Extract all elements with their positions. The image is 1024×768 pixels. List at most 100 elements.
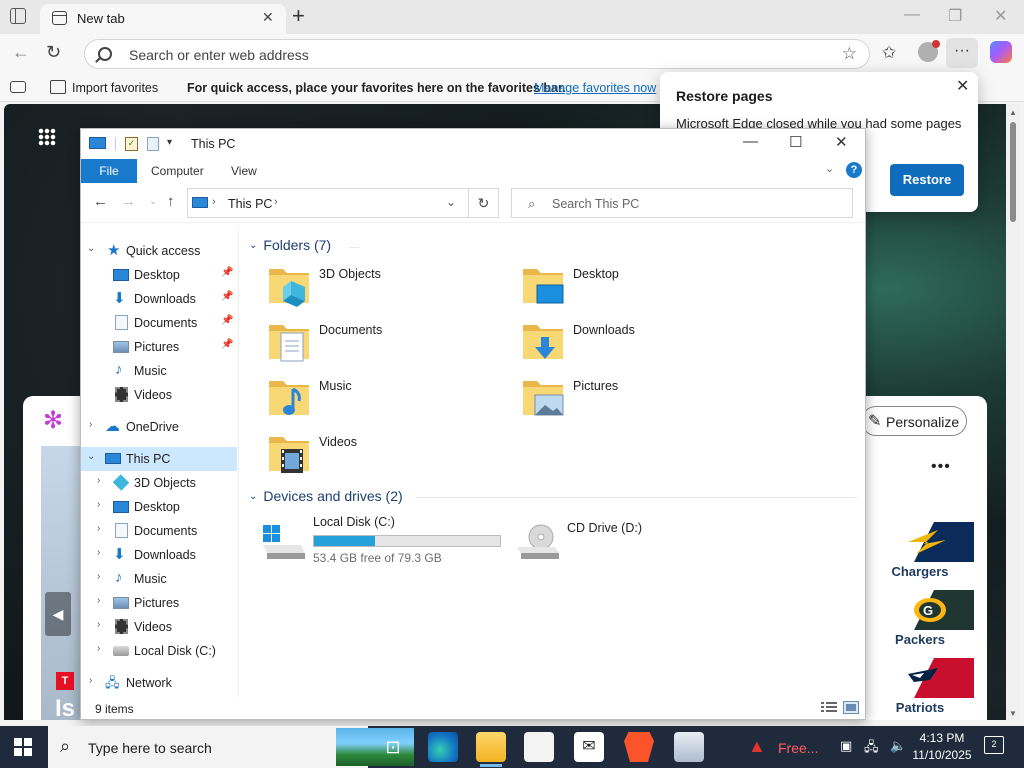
volume-icon[interactable]: 🔈 (890, 738, 906, 754)
nav-item-documents-pc[interactable]: › Documents (81, 519, 237, 543)
folders-group-header[interactable]: ⌄ Folders (7) (249, 237, 331, 253)
favorites-icon[interactable]: ✩ (882, 43, 896, 63)
back-icon[interactable]: ← (12, 42, 30, 63)
collapse-chevron-icon[interactable]: ⌄ (249, 240, 257, 251)
team-card-packers[interactable]: G Packers (866, 590, 974, 652)
nav-item-downloads[interactable]: ⬇ Downloads 📌 (81, 287, 237, 311)
breadcrumb-chevron-icon[interactable]: › (274, 196, 278, 208)
taskbar-search-input[interactable]: ⌕ Type here to search (48, 726, 414, 768)
import-favorites-link[interactable]: Import favorites (72, 81, 158, 95)
expand-chevron-icon[interactable]: › (97, 619, 100, 630)
team-card-chargers[interactable]: Chargers (866, 522, 974, 584)
address-breadcrumb[interactable]: › This PC › ⌄ (187, 188, 469, 218)
mail-icon[interactable]: ✉ (574, 732, 604, 762)
scroll-thumb[interactable] (1010, 122, 1016, 222)
tab-actions-icon[interactable] (10, 8, 26, 24)
expand-chevron-icon[interactable]: › (97, 499, 100, 510)
back-arrow-icon[interactable]: ← (93, 193, 108, 210)
nav-item-music-pc[interactable]: › ♪ Music (81, 567, 237, 591)
refresh-icon[interactable]: ↻ (46, 42, 61, 63)
explorer-maximize-icon[interactable]: ☐ (789, 133, 802, 151)
msn-logo[interactable]: ✻ (43, 406, 63, 435)
drive-cd-d[interactable]: CD Drive (D:) (515, 513, 765, 563)
nav-item-quick-access[interactable]: ⌄ ★ Quick access (81, 239, 237, 263)
expand-chevron-icon[interactable]: › (97, 547, 100, 558)
close-icon[interactable]: ✕ (994, 6, 1007, 26)
recent-locations-icon[interactable]: ⌄ (149, 196, 157, 207)
brave-browser-icon[interactable] (624, 732, 654, 762)
folder-music[interactable]: Music (267, 375, 517, 425)
explorer-minimize-icon[interactable]: — (743, 133, 758, 150)
pin-icon[interactable]: 📌 (221, 315, 233, 326)
nav-item-documents[interactable]: Documents 📌 (81, 311, 237, 335)
nav-item-network[interactable]: › 🖧 Network (81, 671, 237, 695)
hero-card[interactable]: ◀ T Is W (41, 446, 81, 752)
personalize-button[interactable]: ✎ Personalize (861, 406, 967, 436)
ribbon-tab-computer[interactable]: Computer (151, 164, 204, 178)
network-tray-icon[interactable]: 🖧 (864, 738, 879, 760)
carousel-prev-icon[interactable]: ◀ (45, 592, 71, 636)
refresh-button[interactable]: ↻ (469, 188, 499, 218)
tab-close-icon[interactable]: ✕ (262, 9, 274, 26)
ribbon-tab-view[interactable]: View (231, 164, 257, 178)
sidebar-toggle-icon[interactable] (10, 81, 26, 93)
breadcrumb-this-pc[interactable]: This PC (228, 197, 272, 211)
up-arrow-icon[interactable]: ↑ (167, 193, 175, 210)
team-card-patriots[interactable]: Patriots (866, 658, 974, 720)
nav-item-music[interactable]: ♪ Music (81, 359, 237, 383)
remote-desktop-icon[interactable] (674, 732, 704, 762)
taskbar-promo-label[interactable]: Free... (778, 740, 818, 756)
nav-item-desktop[interactable]: Desktop 📌 (81, 263, 237, 287)
quick-access-toolbar-dropdown-icon[interactable]: ▾ (167, 137, 172, 148)
drives-group-header[interactable]: ⌄ Devices and drives (2) (249, 488, 403, 504)
details-view-icon[interactable] (821, 701, 837, 714)
nav-item-this-pc[interactable]: ⌄ This PC (81, 447, 237, 471)
drive-local-disk-c[interactable]: Local Disk (C:) 53.4 GB free of 79.3 GB (261, 513, 511, 565)
collapse-chevron-icon[interactable]: ⌄ (87, 451, 95, 462)
collapse-chevron-icon[interactable]: ⌄ (87, 243, 95, 254)
expand-chevron-icon[interactable]: › (89, 675, 92, 686)
nav-item-onedrive[interactable]: › ☁ OneDrive (81, 415, 237, 439)
file-explorer-icon[interactable] (476, 732, 506, 767)
explorer-search-input[interactable]: ⌕ Search This PC (511, 188, 853, 218)
new-folder-icon[interactable] (147, 137, 159, 151)
minimize-icon[interactable]: — (904, 6, 920, 24)
nav-item-downloads-pc[interactable]: › ⬇ Downloads (81, 543, 237, 567)
nav-item-videos[interactable]: Videos (81, 383, 237, 407)
copilot-icon[interactable] (990, 41, 1012, 63)
large-icons-view-icon[interactable] (843, 701, 859, 714)
microsoft-store-icon[interactable] (524, 732, 554, 762)
restore-close-icon[interactable]: ✕ (956, 76, 969, 96)
properties-icon[interactable]: ✓ (125, 137, 138, 151)
pin-icon[interactable]: 📌 (221, 339, 233, 350)
expand-chevron-icon[interactable]: › (97, 475, 100, 486)
task-view-icon[interactable]: ⊡ (378, 732, 408, 762)
nav-item-pictures[interactable]: Pictures 📌 (81, 335, 237, 359)
nav-item-videos-pc[interactable]: › Videos (81, 615, 237, 639)
expand-chevron-icon[interactable]: › (97, 595, 100, 606)
nav-item-pictures-pc[interactable]: › Pictures (81, 591, 237, 615)
explorer-close-icon[interactable]: ✕ (835, 133, 848, 151)
nav-item-local-disk[interactable]: › Local Disk (C:) (81, 639, 237, 663)
scroll-up-icon[interactable]: ▲ (1009, 108, 1017, 117)
ribbon-tab-file[interactable]: File (81, 159, 137, 183)
pin-icon[interactable]: 📌 (221, 267, 233, 278)
address-bar[interactable]: Search or enter web address ☆ (84, 39, 870, 69)
forward-arrow-icon[interactable]: → (121, 193, 136, 210)
favorite-star-icon[interactable]: ☆ (842, 44, 857, 64)
scroll-down-icon[interactable]: ▼ (1009, 709, 1017, 718)
app-launcher-icon[interactable] (38, 128, 56, 146)
folder-3d-objects[interactable]: 3D Objects (267, 263, 517, 313)
restore-icon[interactable]: ❐ (948, 6, 962, 26)
notification-center-icon[interactable]: 2 (984, 736, 1004, 754)
folder-desktop[interactable]: Desktop (521, 263, 771, 313)
warning-icon[interactable]: ▲ (748, 736, 766, 757)
windows-start-icon[interactable] (14, 738, 32, 756)
expand-chevron-icon[interactable]: › (97, 523, 100, 534)
nav-item-desktop-pc[interactable]: › Desktop (81, 495, 237, 519)
ribbon-expand-icon[interactable]: ⌄ (825, 162, 834, 175)
folder-downloads[interactable]: Downloads (521, 319, 771, 369)
expand-chevron-icon[interactable]: › (97, 571, 100, 582)
page-scrollbar[interactable]: ▲ ▼ (1006, 104, 1020, 720)
taskbar-clock[interactable]: 4:13 PM 11/10/2025 (912, 730, 972, 764)
